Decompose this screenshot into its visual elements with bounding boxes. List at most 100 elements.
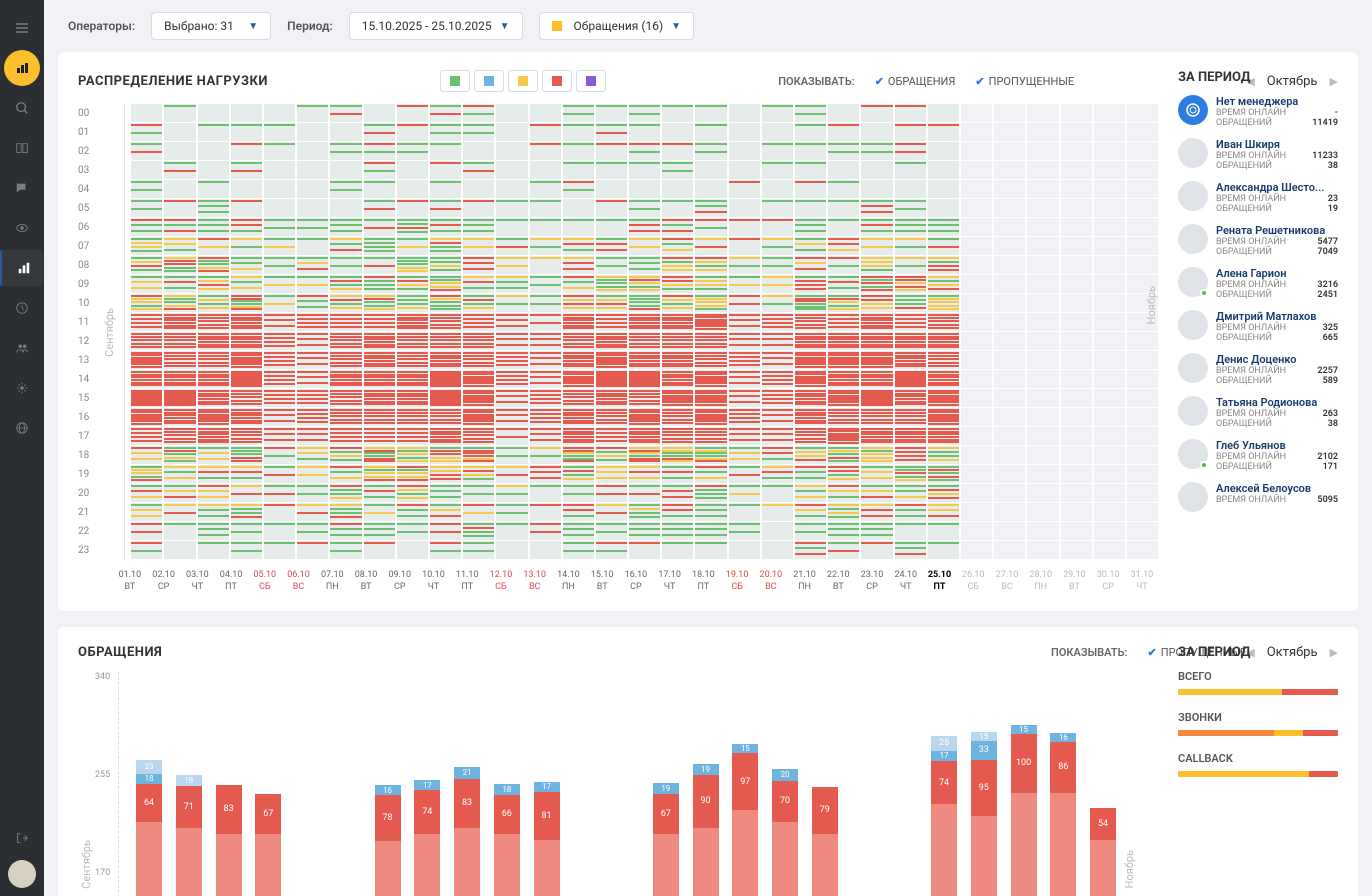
heatmap-cell[interactable] — [496, 218, 527, 236]
search-icon[interactable] — [4, 90, 40, 126]
heatmap-cell[interactable] — [264, 237, 295, 255]
heatmap-cell[interactable] — [994, 446, 1025, 464]
heatmap-cell[interactable] — [1027, 218, 1058, 236]
heatmap-cell[interactable] — [1094, 427, 1125, 445]
heatmap-cell[interactable] — [297, 142, 328, 160]
heatmap-cell[interactable] — [364, 313, 395, 331]
heatmap-cell[interactable] — [828, 503, 859, 521]
heatmap-cell[interactable] — [795, 256, 826, 274]
heatmap-cell[interactable] — [795, 427, 826, 445]
heatmap-cell[interactable] — [629, 256, 660, 274]
bar-column[interactable]: 8117 — [529, 782, 565, 896]
bar-column[interactable]: 953315 — [966, 732, 1002, 896]
heatmap-cell[interactable] — [961, 370, 992, 388]
heatmap-cell[interactable] — [1094, 161, 1125, 179]
heatmap-cell[interactable] — [994, 218, 1025, 236]
heatmap-cell[interactable] — [861, 465, 892, 483]
heatmap-cell[interactable] — [662, 313, 693, 331]
heatmap-cell[interactable] — [297, 541, 328, 559]
heatmap-cell[interactable] — [231, 237, 262, 255]
heatmap-cell[interactable] — [330, 180, 361, 198]
heatmap-cell[interactable] — [496, 484, 527, 502]
heatmap-cell[interactable] — [662, 484, 693, 502]
heatmap-cell[interactable] — [1061, 180, 1092, 198]
heatmap-cell[interactable] — [330, 522, 361, 540]
heatmap-cell[interactable] — [264, 389, 295, 407]
heatmap-cell[interactable] — [330, 370, 361, 388]
heatmap-cell[interactable] — [264, 161, 295, 179]
heatmap-cell[interactable] — [629, 484, 660, 502]
heatmap-cell[interactable] — [1061, 218, 1092, 236]
heatmap-cell[interactable] — [563, 142, 594, 160]
heatmap-cell[interactable] — [397, 275, 428, 293]
heatmap-cell[interactable] — [762, 522, 793, 540]
heatmap-cell[interactable] — [463, 408, 494, 426]
heatmap-cell[interactable] — [198, 351, 229, 369]
heatmap-cell[interactable] — [164, 332, 195, 350]
heatmap-cell[interactable] — [795, 275, 826, 293]
heatmap-cell[interactable] — [895, 446, 926, 464]
heatmap-cell[interactable] — [496, 332, 527, 350]
heatmap-cell[interactable] — [629, 199, 660, 217]
heatmap-cell[interactable] — [1027, 180, 1058, 198]
heatmap-cell[interactable] — [297, 104, 328, 122]
heatmap-cell[interactable] — [496, 199, 527, 217]
menu-icon[interactable] — [4, 10, 40, 46]
heatmap-cell[interactable] — [1127, 123, 1158, 141]
heatmap-cell[interactable] — [563, 465, 594, 483]
operator-row[interactable]: Рената Решетникова ВРЕМЯ ОНЛАЙН5477 ОБРА… — [1178, 224, 1338, 257]
heatmap-cell[interactable] — [430, 275, 461, 293]
heatmap-cell[interactable] — [397, 199, 428, 217]
heatmap-cell[interactable] — [1127, 180, 1158, 198]
heatmap-cell[interactable] — [795, 522, 826, 540]
heatmap-cell[interactable] — [397, 465, 428, 483]
heatmap-cell[interactable] — [1094, 180, 1125, 198]
heatmap-cell[interactable] — [397, 446, 428, 464]
heatmap-cell[interactable] — [231, 256, 262, 274]
heatmap-cell[interactable] — [563, 332, 594, 350]
heatmap-cell[interactable] — [629, 541, 660, 559]
heatmap-cell[interactable] — [430, 446, 461, 464]
heatmap-cell[interactable] — [463, 351, 494, 369]
heatmap-cell[interactable] — [231, 142, 262, 160]
heatmap-cell[interactable] — [131, 427, 162, 445]
heatmap-cell[interactable] — [729, 294, 760, 312]
heatmap-cell[interactable] — [563, 541, 594, 559]
heatmap-cell[interactable] — [364, 446, 395, 464]
heatmap-cell[interactable] — [629, 427, 660, 445]
heatmap-cell[interactable] — [895, 541, 926, 559]
heatmap-cell[interactable] — [828, 541, 859, 559]
heatmap-cell[interactable] — [828, 294, 859, 312]
heatmap-cell[interactable] — [762, 180, 793, 198]
heatmap-cell[interactable] — [430, 332, 461, 350]
heatmap-cell[interactable] — [430, 408, 461, 426]
heatmap-cell[interactable] — [496, 522, 527, 540]
heatmap-cell[interactable] — [563, 180, 594, 198]
heatmap-cell[interactable] — [895, 427, 926, 445]
heatmap-cell[interactable] — [861, 275, 892, 293]
heatmap-cell[interactable] — [795, 142, 826, 160]
heatmap-cell[interactable] — [1094, 484, 1125, 502]
heatmap-cell[interactable] — [629, 465, 660, 483]
heatmap-cell[interactable] — [164, 370, 195, 388]
heatmap-cell[interactable] — [994, 180, 1025, 198]
heatmap-cell[interactable] — [496, 313, 527, 331]
heatmap-cell[interactable] — [164, 408, 195, 426]
heatmap-cell[interactable] — [430, 541, 461, 559]
heatmap-cell[interactable] — [662, 275, 693, 293]
heatmap-cell[interactable] — [596, 199, 627, 217]
heatmap-cell[interactable] — [795, 237, 826, 255]
heatmap-cell[interactable] — [795, 465, 826, 483]
heatmap-cell[interactable] — [695, 446, 726, 464]
bar-column[interactable]: 8616 — [1045, 733, 1081, 896]
heatmap-cell[interactable] — [563, 370, 594, 388]
heatmap-cell[interactable] — [895, 408, 926, 426]
heatmap-cell[interactable] — [131, 503, 162, 521]
heatmap-cell[interactable] — [463, 332, 494, 350]
heatmap-cell[interactable] — [264, 503, 295, 521]
heatmap-cell[interactable] — [861, 408, 892, 426]
heatmap-cell[interactable] — [795, 541, 826, 559]
heatmap-cell[interactable] — [463, 104, 494, 122]
heatmap-cell[interactable] — [795, 180, 826, 198]
heatmap-cell[interactable] — [1027, 161, 1058, 179]
